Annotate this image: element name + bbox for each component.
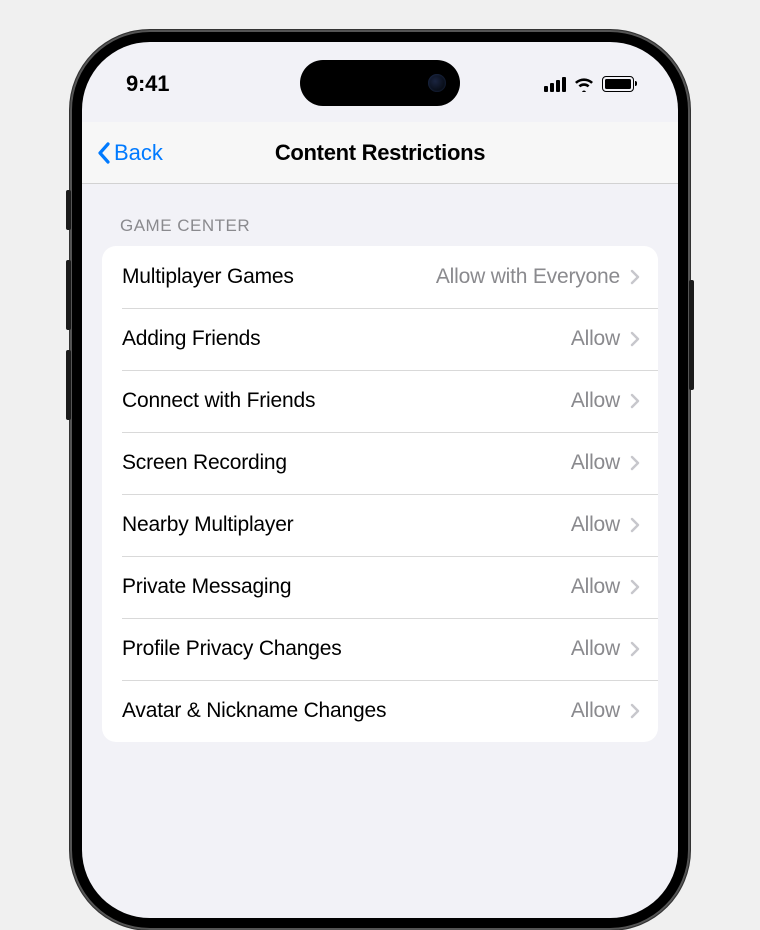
phone-frame: 9:41 Back Content Restrictions (70, 30, 690, 930)
volume-up-button (66, 260, 71, 330)
row-value: Allow (571, 327, 620, 351)
row-avatar-nickname-changes[interactable]: Avatar & Nickname Changes Allow (102, 680, 658, 742)
row-nearby-multiplayer[interactable]: Nearby Multiplayer Allow (102, 494, 658, 556)
row-multiplayer-games[interactable]: Multiplayer Games Allow with Everyone (102, 246, 658, 308)
row-label: Adding Friends (122, 327, 260, 351)
chevron-right-icon (630, 579, 640, 595)
row-label: Screen Recording (122, 451, 287, 475)
volume-down-button (66, 350, 71, 420)
wifi-icon (573, 76, 595, 92)
settings-list: Multiplayer Games Allow with Everyone Ad… (102, 246, 658, 742)
chevron-right-icon (630, 331, 640, 347)
chevron-right-icon (630, 269, 640, 285)
row-label: Profile Privacy Changes (122, 637, 342, 661)
front-camera-icon (428, 74, 446, 92)
row-value: Allow (571, 451, 620, 475)
navigation-bar: Back Content Restrictions (82, 122, 678, 184)
row-value: Allow (571, 513, 620, 537)
row-value: Allow (571, 637, 620, 661)
row-label: Avatar & Nickname Changes (122, 699, 386, 723)
chevron-right-icon (630, 393, 640, 409)
back-button[interactable]: Back (96, 140, 163, 166)
chevron-right-icon (630, 517, 640, 533)
silent-switch (66, 190, 71, 230)
back-button-label: Back (114, 140, 163, 166)
cellular-signal-icon (544, 77, 566, 92)
row-value: Allow (571, 389, 620, 413)
row-label: Private Messaging (122, 575, 291, 599)
chevron-left-icon (96, 141, 112, 165)
row-value: Allow (571, 575, 620, 599)
row-adding-friends[interactable]: Adding Friends Allow (102, 308, 658, 370)
battery-icon (602, 76, 634, 92)
status-time: 9:41 (126, 71, 169, 97)
content-area: Game Center Multiplayer Games Allow with… (82, 184, 678, 918)
row-value: Allow (571, 699, 620, 723)
row-connect-with-friends[interactable]: Connect with Friends Allow (102, 370, 658, 432)
row-private-messaging[interactable]: Private Messaging Allow (102, 556, 658, 618)
row-value: Allow with Everyone (436, 265, 620, 289)
chevron-right-icon (630, 641, 640, 657)
row-profile-privacy-changes[interactable]: Profile Privacy Changes Allow (102, 618, 658, 680)
row-label: Connect with Friends (122, 389, 315, 413)
row-label: Nearby Multiplayer (122, 513, 293, 537)
status-icons (544, 76, 634, 92)
row-screen-recording[interactable]: Screen Recording Allow (102, 432, 658, 494)
dynamic-island (300, 60, 460, 106)
chevron-right-icon (630, 703, 640, 719)
section-header: Game Center (102, 184, 658, 246)
row-label: Multiplayer Games (122, 265, 294, 289)
phone-screen: 9:41 Back Content Restrictions (82, 42, 678, 918)
page-title: Content Restrictions (275, 140, 485, 166)
chevron-right-icon (630, 455, 640, 471)
power-button (689, 280, 694, 390)
